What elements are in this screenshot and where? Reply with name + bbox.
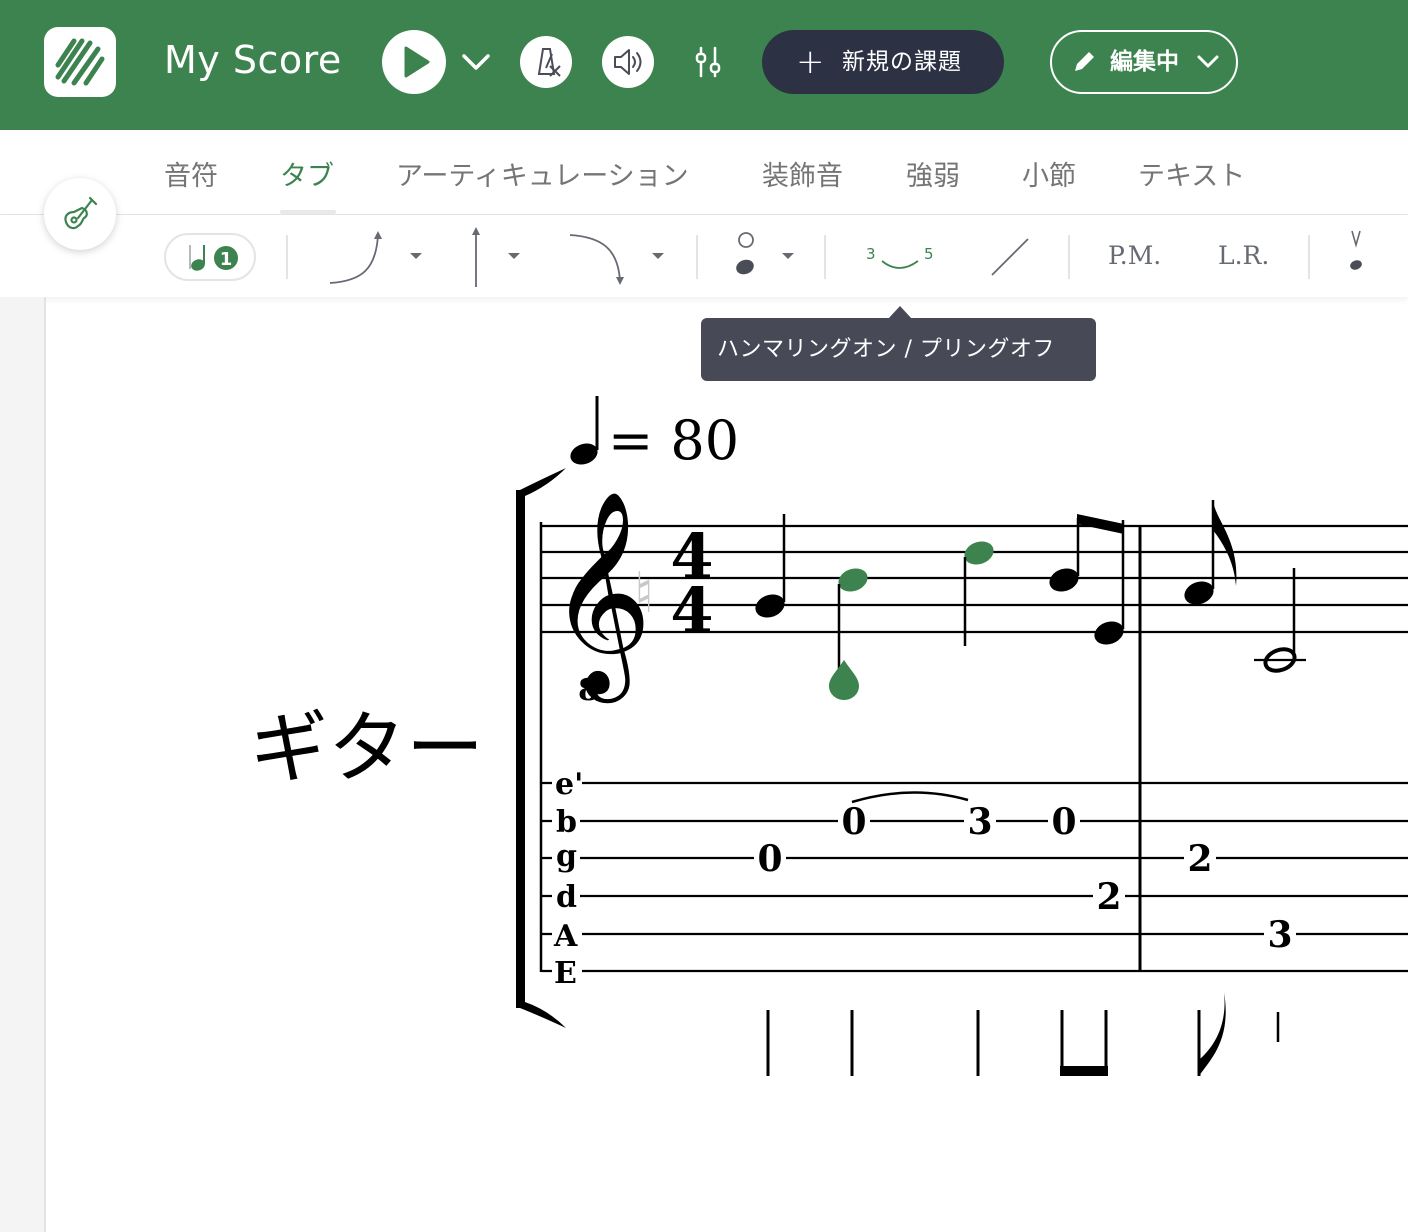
time-sig-bottom: 4 bbox=[670, 574, 713, 647]
string-label-g: g bbox=[556, 839, 577, 874]
speaker-button[interactable] bbox=[602, 36, 654, 88]
mixer-icon bbox=[695, 46, 721, 78]
active-tab-indicator bbox=[280, 210, 336, 214]
tempo-text: = 80 bbox=[608, 409, 739, 472]
tab-fret-number[interactable]: 0 bbox=[841, 801, 866, 843]
palm-mute-tool[interactable]: P.M. bbox=[1108, 241, 1161, 270]
tab-fret-number[interactable]: 2 bbox=[1187, 838, 1212, 880]
instrument-name[interactable]: ギター bbox=[250, 704, 484, 794]
voice-number: 1 bbox=[220, 249, 233, 270]
play-button[interactable] bbox=[382, 30, 446, 94]
string-label-A: A bbox=[553, 919, 578, 954]
clef-octave-label: 8 bbox=[578, 673, 599, 708]
toolbar-divider bbox=[696, 235, 698, 279]
metronome-off-icon bbox=[537, 48, 561, 77]
dead-note-tool[interactable] bbox=[1336, 227, 1376, 287]
string-label-b: b bbox=[556, 805, 577, 840]
metronome-button[interactable] bbox=[520, 36, 572, 88]
palette-tabs: 音符 タブ アーティキュレーション 装飾音 強弱 小節 テキスト bbox=[0, 130, 1408, 215]
toolbar-divider bbox=[1068, 235, 1070, 279]
string-label-e: e' bbox=[555, 767, 583, 802]
toolbar-divider bbox=[1308, 235, 1310, 279]
hammer-on-from-label: 3 bbox=[866, 245, 876, 263]
plus-icon: + bbox=[796, 42, 825, 82]
tab-notes[interactable]: 音符 bbox=[164, 154, 218, 193]
tab-fret-number[interactable]: 3 bbox=[1267, 914, 1292, 956]
tab-fret-number[interactable]: 2 bbox=[1096, 876, 1121, 918]
tab-rhythm-stems bbox=[766, 992, 1280, 1076]
tab-fret-number[interactable]: 0 bbox=[757, 838, 782, 880]
slide-icon bbox=[991, 238, 1029, 276]
tab-fret-number[interactable]: 0 bbox=[1051, 801, 1076, 843]
tab-text[interactable]: テキスト bbox=[1138, 154, 1245, 193]
note[interactable] bbox=[752, 514, 788, 621]
chevron-down-icon bbox=[462, 54, 490, 70]
note-input-cursor bbox=[829, 660, 859, 700]
release-icon bbox=[569, 234, 664, 285]
score-canvas[interactable]: = 80 ギター 𝄞 8 ♮ 4 4 e' b g d A E 0 0 3 0 … bbox=[0, 297, 1408, 1232]
vibrato-bar-tool[interactable] bbox=[462, 221, 532, 295]
edit-mode-label: 編集中 bbox=[1110, 49, 1179, 75]
string-label-d: d bbox=[556, 880, 577, 915]
ghost-note-icon bbox=[736, 232, 794, 275]
bend-tool[interactable] bbox=[322, 221, 432, 295]
chevron-down-icon bbox=[1197, 55, 1219, 68]
release-tool[interactable] bbox=[562, 221, 672, 295]
slide-tool[interactable] bbox=[984, 231, 1036, 283]
note-selected[interactable] bbox=[961, 538, 997, 646]
eighth-note[interactable] bbox=[1181, 500, 1237, 608]
let-ring-tool[interactable]: L.R. bbox=[1218, 241, 1269, 270]
tab-measure[interactable]: 小節 bbox=[1022, 154, 1076, 193]
score-title[interactable]: My Score bbox=[164, 38, 342, 82]
natural-sign: ♮ bbox=[634, 561, 654, 626]
hammer-on-to-label: 5 bbox=[924, 245, 934, 263]
playback-options-button[interactable] bbox=[460, 48, 492, 76]
tab-tab[interactable]: タブ bbox=[280, 154, 334, 193]
new-task-label: 新規の課題 bbox=[842, 49, 962, 75]
mixer-button[interactable] bbox=[688, 42, 728, 82]
pencil-icon bbox=[1075, 52, 1094, 71]
play-icon bbox=[404, 46, 430, 78]
instrument-button[interactable] bbox=[44, 178, 116, 250]
ghost-note-tool[interactable] bbox=[726, 225, 802, 289]
voice-selector[interactable]: 1 bbox=[164, 233, 256, 281]
logo-icon[interactable] bbox=[44, 27, 116, 97]
bend-icon bbox=[329, 231, 422, 284]
beamed-eighth-notes[interactable] bbox=[1046, 514, 1127, 648]
staccatissimo-icon bbox=[1350, 230, 1362, 270]
toolbar-divider bbox=[286, 235, 288, 279]
time-signature[interactable]: 4 4 bbox=[670, 520, 713, 647]
note-icon bbox=[189, 245, 205, 271]
toolbar-divider bbox=[824, 235, 826, 279]
tab-ornaments[interactable]: 装飾音 bbox=[762, 154, 843, 193]
tab-dynamics[interactable]: 強弱 bbox=[906, 154, 960, 193]
arrow-up-icon bbox=[472, 227, 520, 287]
app-header: My Score + 新規の課題 編集中 bbox=[0, 0, 1408, 130]
new-task-button[interactable]: + 新規の課題 bbox=[762, 30, 1004, 94]
half-note[interactable] bbox=[1254, 568, 1306, 675]
guitar-icon bbox=[64, 196, 98, 230]
tooltip: ハンマリングオン / プリングオフ bbox=[701, 318, 1096, 381]
speaker-icon bbox=[614, 49, 642, 75]
string-label-E: E bbox=[554, 956, 577, 991]
edit-mode-dropdown[interactable]: 編集中 bbox=[1050, 30, 1238, 94]
hammer-on-slur[interactable] bbox=[851, 791, 969, 804]
tab-toolbar: 1 3 5 P.M. L.R. bbox=[0, 215, 1408, 297]
tab-articulation[interactable]: アーティキュレーション bbox=[396, 154, 689, 193]
tempo-marking[interactable]: = 80 bbox=[567, 396, 739, 472]
tooltip-text: ハンマリングオン / プリングオフ bbox=[717, 337, 1055, 362]
tab-fret-number[interactable]: 3 bbox=[967, 801, 992, 843]
